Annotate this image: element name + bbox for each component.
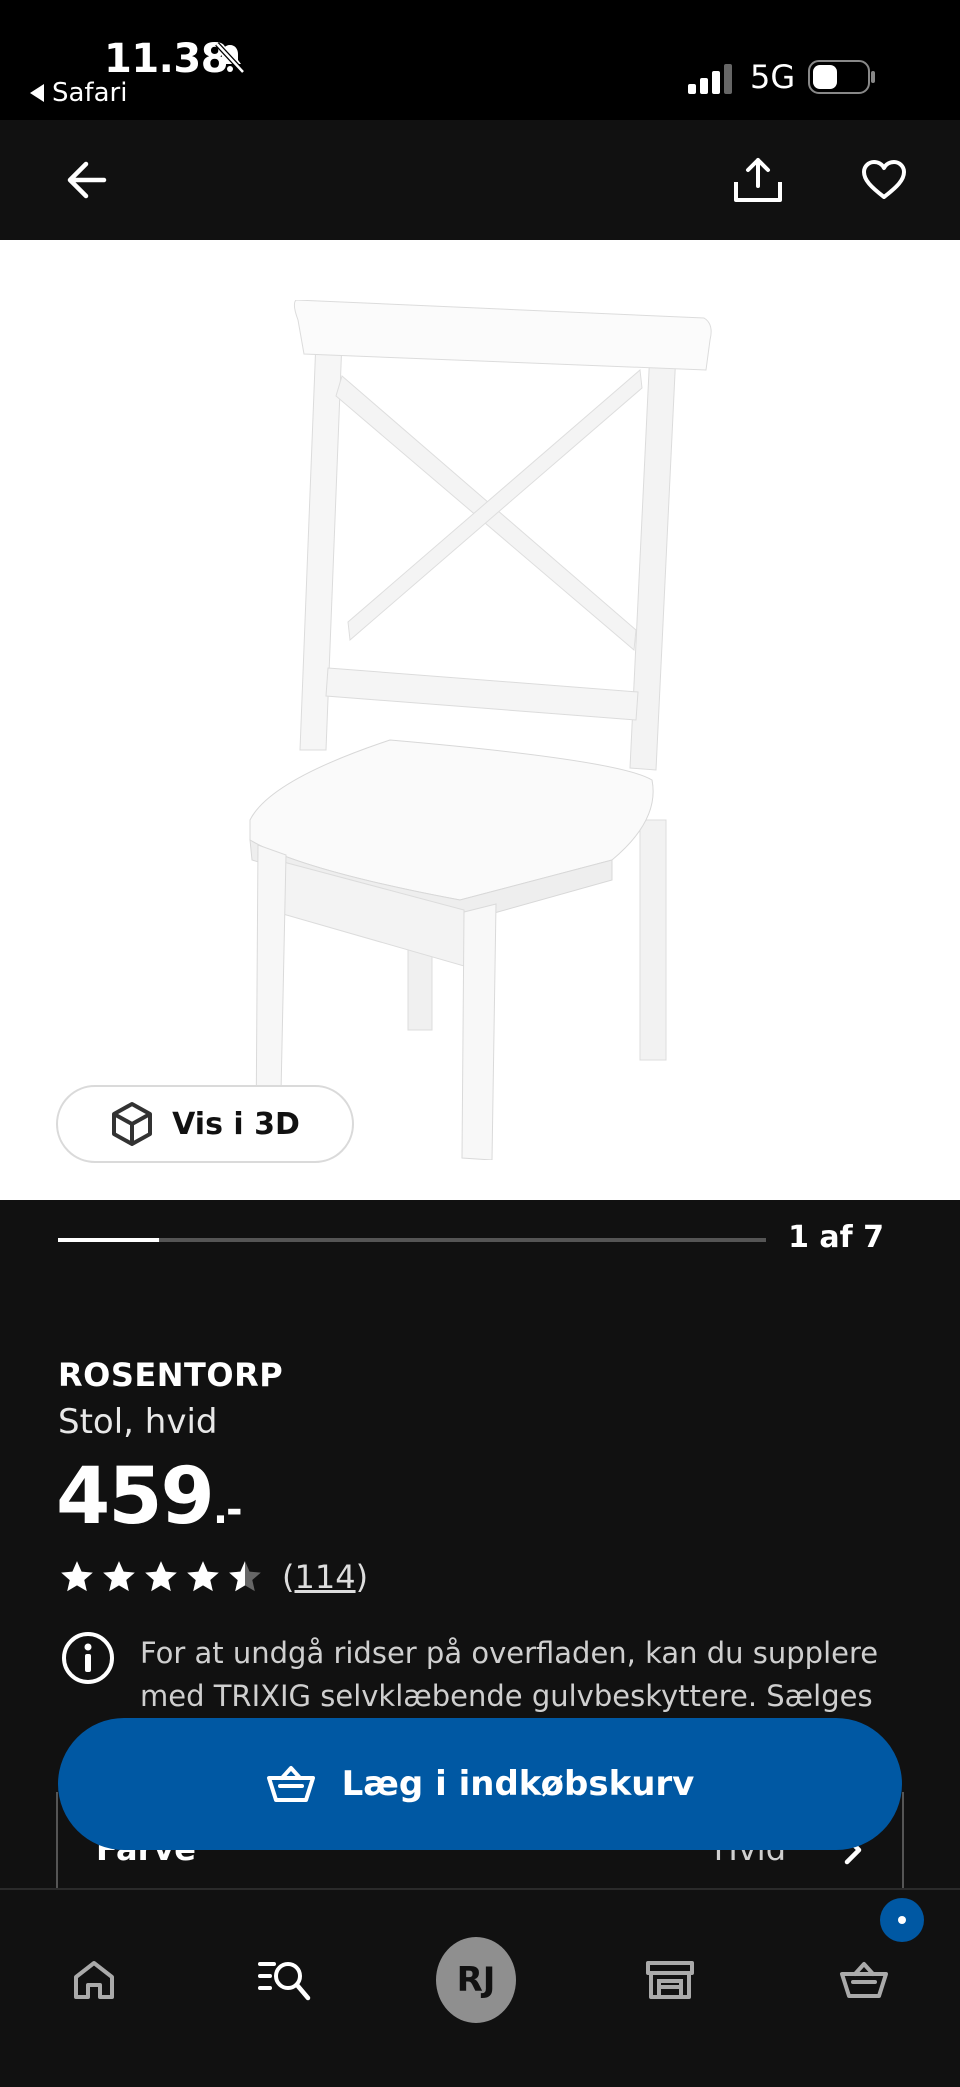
- home-icon: [74, 1961, 114, 1999]
- star-full-icon: [145, 1561, 177, 1592]
- basket-badge: [880, 1898, 924, 1942]
- add-to-basket-button[interactable]: Læg i indkøbskurv: [58, 1718, 902, 1850]
- battery-icon: [808, 60, 875, 94]
- gallery-counter: 1 af 7: [788, 1220, 884, 1255]
- star-full-icon: [103, 1561, 135, 1592]
- product-name: ROSENTORP: [58, 1356, 284, 1394]
- info-icon: [62, 1632, 114, 1684]
- avatar: RJ: [436, 1937, 516, 2023]
- arrow-left-icon: [67, 161, 107, 199]
- info-text: For at undgå ridser på overfladen, kan d…: [140, 1636, 879, 1713]
- gallery-progress-track: [58, 1238, 766, 1242]
- star-half-icon: [229, 1561, 261, 1592]
- tab-home[interactable]: [54, 1940, 134, 2020]
- status-bar: 11.38 Safari 5G: [0, 0, 960, 120]
- product-image-chair: [249, 300, 712, 1160]
- bell-muted-icon: [215, 42, 245, 74]
- cube-3d-icon: [112, 1102, 153, 1146]
- favorite-button[interactable]: [854, 150, 914, 210]
- product-description: Stol, hvid: [58, 1402, 218, 1442]
- product-rating[interactable]: (114): [58, 1558, 368, 1596]
- view-3d-label: Vis i 3D: [172, 1106, 300, 1142]
- tab-basket[interactable]: [824, 1940, 904, 2020]
- top-navigation: [0, 120, 960, 240]
- back-app-label: Safari: [52, 78, 128, 108]
- share-icon: [734, 158, 782, 202]
- search-list-icon: [258, 1962, 311, 2001]
- back-triangle-icon: [30, 84, 44, 102]
- store-icon: [646, 1961, 694, 1999]
- gallery-progress: 1 af 7: [0, 1200, 960, 1280]
- review-count-number: 114: [294, 1558, 356, 1596]
- back-button[interactable]: [56, 150, 116, 210]
- gallery-progress-fill: [58, 1238, 160, 1242]
- tab-stores[interactable]: [630, 1940, 710, 2020]
- back-to-app[interactable]: Safari: [30, 78, 127, 108]
- price-value: 459: [56, 1452, 215, 1542]
- tab-search[interactable]: [246, 1940, 326, 2020]
- basket-badge-dot: [898, 1916, 906, 1924]
- bottom-tab-bar: RJ: [0, 1888, 960, 2087]
- review-count[interactable]: (114): [282, 1558, 368, 1596]
- basket-icon: [266, 1766, 315, 1802]
- status-time: 11.38: [104, 36, 229, 82]
- heart-icon: [862, 160, 906, 199]
- view-3d-button[interactable]: Vis i 3D: [56, 1085, 354, 1163]
- share-button[interactable]: [728, 150, 788, 210]
- star-full-icon: [61, 1561, 93, 1592]
- star-full-icon: [187, 1561, 219, 1592]
- tab-profile[interactable]: RJ: [436, 1937, 516, 2023]
- product-image-gallery[interactable]: Vis i 3D: [0, 240, 960, 1200]
- signal-icon: [688, 64, 732, 94]
- product-price: 459.-: [56, 1452, 243, 1542]
- price-suffix: .-: [212, 1487, 243, 1533]
- basket-icon: [840, 1962, 888, 1998]
- network-type: 5G: [750, 58, 796, 96]
- add-to-basket-label: Læg i indkøbskurv: [341, 1764, 695, 1804]
